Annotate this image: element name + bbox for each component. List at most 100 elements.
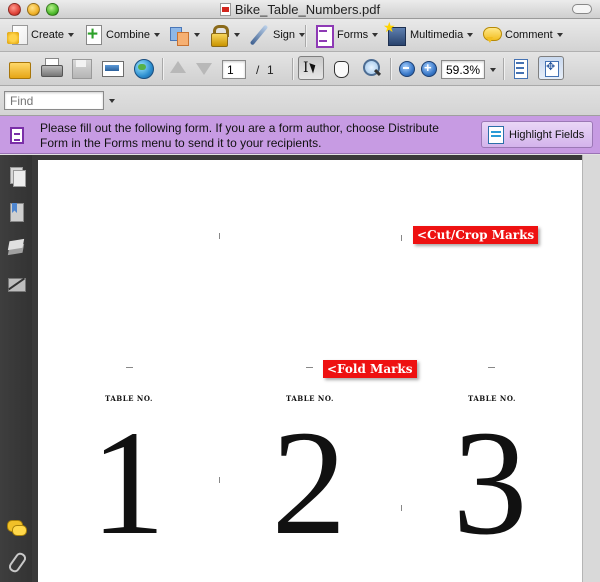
toolbar-divider	[162, 58, 163, 80]
cursor-select-icon	[298, 56, 324, 80]
window-title-wrap: Bike_Table_Numbers.pdf	[0, 2, 600, 17]
forms-button[interactable]: Forms	[312, 23, 379, 48]
create-label: Create	[31, 29, 65, 41]
fit-page-icon	[538, 56, 564, 80]
document-view[interactable]: <Cut/Crop Marks <Fold Marks TABLE NO. TA…	[32, 155, 600, 582]
combine-button[interactable]: Combine	[83, 23, 161, 47]
comments-icon[interactable]	[7, 518, 27, 536]
layers-icon[interactable]	[7, 239, 25, 257]
arrow-down-icon	[193, 57, 215, 79]
vertical-scrollbar[interactable]	[582, 155, 600, 582]
pdf-page: <Cut/Crop Marks <Fold Marks TABLE NO. TA…	[38, 160, 582, 582]
table-number: 1	[90, 400, 166, 566]
save-button[interactable]	[70, 56, 92, 80]
chevron-down-icon	[194, 33, 200, 37]
sign-label: Sign	[273, 29, 296, 41]
toolbar-divider	[390, 58, 391, 80]
fold-marks-annotation: <Fold Marks	[323, 360, 417, 378]
collaborate-icon	[168, 24, 190, 46]
comment-button[interactable]: Comment	[480, 23, 563, 47]
chevron-down-icon	[467, 33, 474, 37]
marquee-zoom-button[interactable]	[360, 56, 382, 80]
zoom-dropdown-chevron-icon[interactable]	[490, 68, 496, 72]
highlight-fields-label: Highlight Fields	[509, 128, 585, 141]
combine-label: Combine	[106, 29, 151, 41]
lock-icon	[208, 24, 230, 47]
navigation-toolbar: / 1	[0, 52, 600, 86]
zoom-level-input[interactable]	[441, 60, 485, 79]
title-bar: Bike_Table_Numbers.pdf	[0, 0, 600, 19]
toolbar-toggle-button[interactable]	[572, 4, 592, 14]
signatures-icon[interactable]	[7, 275, 26, 293]
create-icon	[7, 25, 28, 45]
toolbar-divider	[503, 58, 504, 80]
print-button[interactable]	[40, 56, 63, 80]
crop-mark	[401, 235, 402, 241]
scroll-mode-icon	[509, 57, 531, 79]
zoom-in-icon	[417, 57, 439, 79]
fit-page-button[interactable]	[538, 56, 564, 80]
forms-label: Forms	[337, 29, 369, 41]
collaborate-online-button[interactable]	[132, 56, 154, 80]
open-button[interactable]	[8, 56, 31, 80]
sign-button[interactable]: Sign	[248, 23, 306, 47]
page-thumbnails-icon[interactable]	[7, 167, 26, 187]
chevron-down-icon	[234, 33, 240, 37]
comment-icon	[480, 24, 502, 46]
attachments-icon[interactable]	[7, 552, 25, 570]
scrolling-mode-button[interactable]	[509, 56, 531, 80]
previous-page-button[interactable]	[167, 56, 189, 80]
zoom-out-button[interactable]	[395, 56, 417, 80]
globe-icon	[132, 57, 154, 79]
page-separator: /	[256, 63, 260, 77]
hand-icon	[330, 57, 352, 79]
printer-icon	[40, 57, 63, 79]
highlight-fields-icon	[488, 125, 504, 144]
fold-mark	[488, 367, 495, 368]
folder-icon	[8, 57, 31, 79]
multimedia-icon	[383, 19, 407, 46]
find-toolbar	[0, 86, 600, 116]
zoom-in-button[interactable]	[417, 56, 439, 80]
toolbar-divider	[292, 58, 293, 80]
chevron-down-icon	[154, 33, 161, 37]
zoom-out-icon	[395, 57, 417, 79]
multimedia-button[interactable]: Multimedia	[383, 19, 474, 47]
form-icon	[10, 127, 24, 144]
highlight-fields-button[interactable]: Highlight Fields	[481, 121, 593, 148]
page-number-input[interactable]	[222, 60, 246, 79]
form-message: Please fill out the following form. If y…	[40, 121, 439, 150]
window-title: Bike_Table_Numbers.pdf	[234, 2, 381, 17]
toolbar-divider	[305, 25, 306, 47]
crop-mark	[219, 477, 220, 483]
arrow-up-icon	[167, 57, 189, 79]
table-number: 2	[271, 400, 347, 566]
next-page-button[interactable]	[193, 56, 215, 80]
cut-crop-marks-annotation: <Cut/Crop Marks	[413, 226, 539, 244]
main-toolbar: Create Combine Sign Forms Multimedia Com…	[0, 19, 600, 52]
form-notification-bar: Please fill out the following form. If y…	[0, 116, 600, 154]
chevron-down-icon	[372, 33, 379, 37]
form-icon	[312, 24, 334, 48]
page-total: 1	[267, 63, 274, 77]
collaborate-button[interactable]	[168, 23, 200, 47]
create-button[interactable]: Create	[7, 23, 75, 47]
multimedia-label: Multimedia	[410, 29, 464, 41]
secure-button[interactable]	[208, 23, 240, 47]
combine-icon	[83, 25, 103, 45]
email-icon	[101, 57, 124, 79]
select-tool-button[interactable]	[298, 56, 324, 80]
pdf-document-icon	[219, 3, 231, 16]
pen-icon	[248, 24, 270, 46]
crop-mark	[401, 505, 402, 511]
find-options-chevron-icon[interactable]	[109, 99, 115, 103]
chevron-down-icon	[68, 33, 75, 37]
navigation-pane	[0, 155, 32, 582]
bookmarks-icon[interactable]	[7, 203, 25, 222]
fold-mark	[126, 367, 133, 368]
crop-mark	[219, 233, 220, 239]
email-button[interactable]	[101, 56, 124, 80]
find-input[interactable]	[4, 91, 104, 110]
hand-tool-button[interactable]	[330, 56, 352, 80]
table-number: 3	[452, 400, 528, 566]
